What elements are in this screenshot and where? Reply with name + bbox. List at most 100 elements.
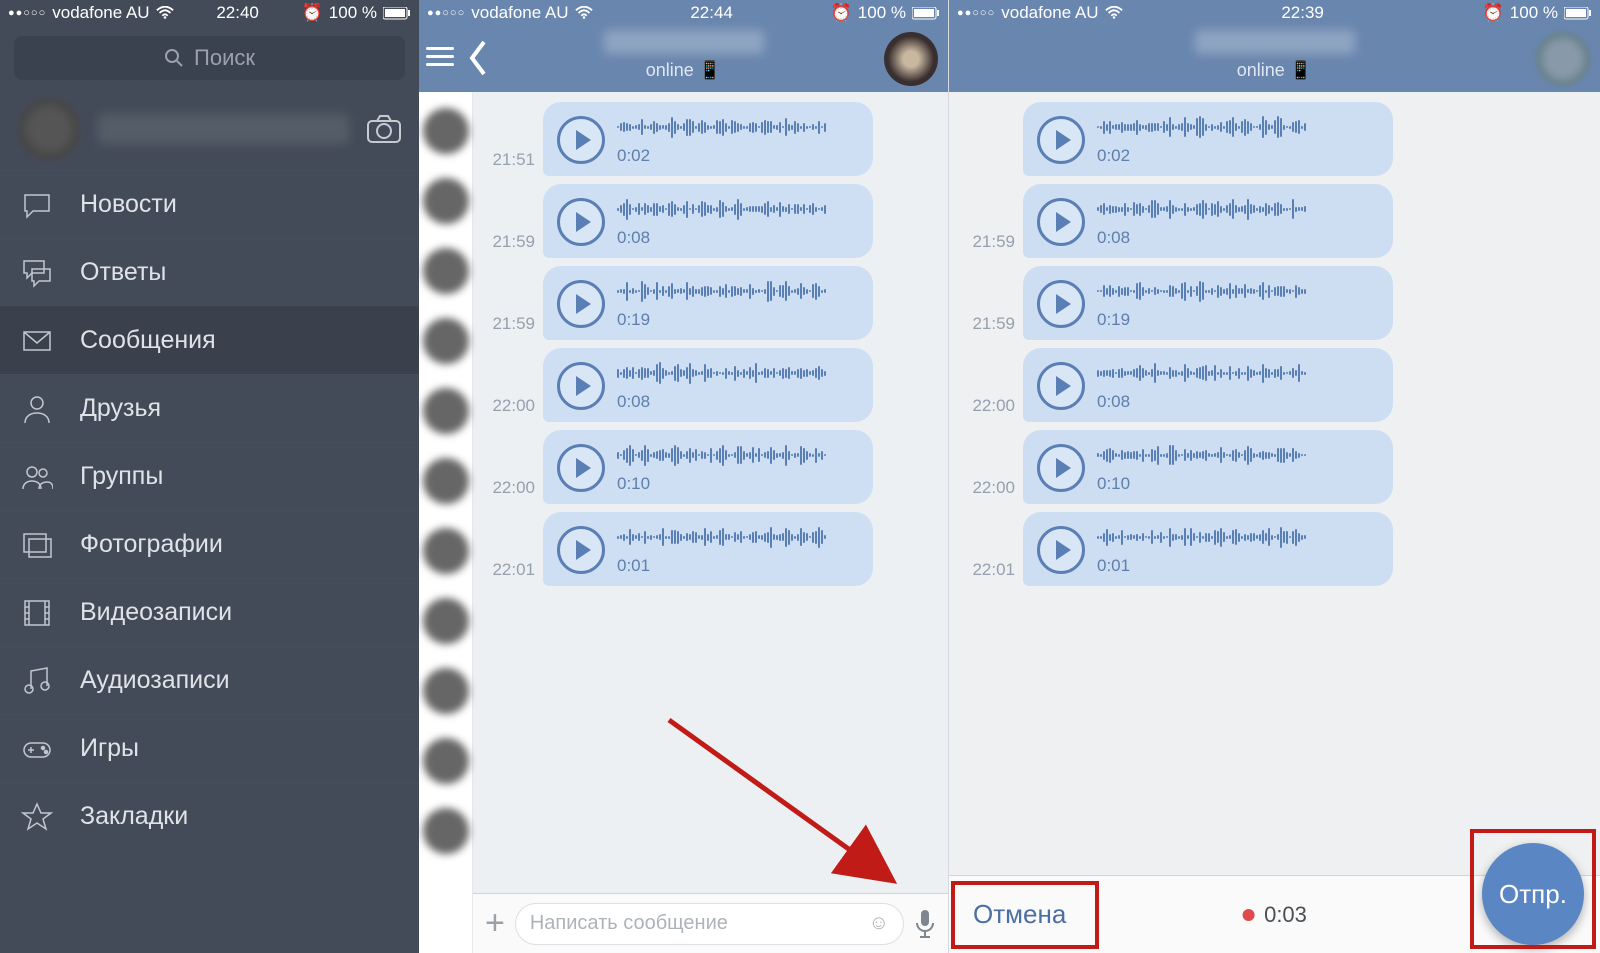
menu-item-chat-bubbles[interactable]: Ответы	[0, 238, 419, 306]
waveform	[617, 196, 859, 222]
send-button[interactable]: Отпр.	[1482, 843, 1584, 945]
message-input[interactable]: Написать сообщение ☺	[515, 903, 904, 945]
voice-bubble[interactable]: 0:19	[543, 266, 873, 340]
menu-label: Фотографии	[80, 530, 223, 559]
message-input-bar: + Написать сообщение ☺	[473, 893, 948, 953]
waveform	[1097, 196, 1379, 222]
menu-label: Видеозаписи	[80, 598, 232, 627]
battery-icon	[912, 7, 940, 20]
chat-avatar[interactable]	[1536, 32, 1590, 86]
play-button[interactable]	[1037, 198, 1085, 246]
attach-button[interactable]: +	[485, 904, 505, 943]
menu-item-star[interactable]: Закладки	[0, 782, 419, 850]
cancel-button[interactable]: Отмена	[949, 899, 1090, 930]
signal-dots-icon: ●●○○○	[957, 7, 995, 19]
emoji-icon[interactable]: ☺	[869, 912, 889, 935]
play-button[interactable]	[557, 526, 605, 574]
voice-message[interactable]: 21:59 0:08	[479, 184, 940, 258]
people-icon	[20, 460, 54, 494]
duration-label: 0:08	[617, 228, 859, 248]
voice-bubble[interactable]: 0:08	[543, 348, 873, 422]
voice-message[interactable]: 22:00 0:10	[479, 430, 940, 504]
carrier-label: vodafone AU	[471, 3, 568, 23]
carrier-label: vodafone AU	[52, 3, 149, 23]
play-button[interactable]	[1037, 362, 1085, 410]
voice-message[interactable]: 21:59 0:19	[479, 266, 940, 340]
menu-item-music[interactable]: Аудиозаписи	[0, 646, 419, 714]
play-button[interactable]	[557, 362, 605, 410]
back-button[interactable]	[467, 40, 489, 76]
signal-dots-icon: ●●○○○	[8, 7, 46, 19]
voice-message[interactable]: 21:59 0:19	[955, 266, 1592, 340]
menu-item-envelope[interactable]: Сообщения	[0, 306, 419, 374]
waveform	[1097, 360, 1379, 386]
wifi-icon	[1105, 6, 1123, 20]
duration-label: 0:19	[1097, 310, 1379, 330]
play-button[interactable]	[1037, 280, 1085, 328]
chat-avatar[interactable]	[884, 32, 938, 86]
menu-item-chat-bubble[interactable]: Новости	[0, 170, 419, 238]
waveform	[617, 524, 859, 550]
camera-icon[interactable]	[367, 115, 401, 143]
voice-message[interactable]: 22:00 0:08	[479, 348, 940, 422]
voice-bubble[interactable]: 0:08	[1023, 348, 1393, 422]
duration-label: 0:02	[1097, 146, 1379, 166]
voice-bubble[interactable]: 0:08	[1023, 184, 1393, 258]
voice-bubble[interactable]: 0:19	[1023, 266, 1393, 340]
menu-item-people[interactable]: Группы	[0, 442, 419, 510]
duration-label: 0:10	[1097, 474, 1379, 494]
voice-message[interactable]: 22:00 0:08	[955, 348, 1592, 422]
conversation-list-strip[interactable]	[419, 92, 473, 953]
message-list[interactable]: 0:02 21:59 0:08 21:59 0:19 22:00	[949, 92, 1600, 875]
menu-icon[interactable]	[426, 42, 454, 71]
play-button[interactable]	[557, 280, 605, 328]
voice-message[interactable]: 21:59 0:08	[955, 184, 1592, 258]
message-placeholder: Написать сообщение	[530, 912, 728, 935]
voice-message[interactable]: 0:02	[955, 102, 1592, 176]
mobile-icon: 📱	[699, 60, 721, 80]
play-button[interactable]	[1037, 116, 1085, 164]
mic-button[interactable]	[914, 909, 936, 939]
search-icon	[164, 48, 184, 68]
menu-label: Ответы	[80, 258, 166, 287]
play-button[interactable]	[557, 198, 605, 246]
chat-header: ●●○○○vodafone AU 22:44 ⏰100 % online 📱	[419, 0, 948, 92]
message-time	[955, 170, 1015, 176]
play-button[interactable]	[557, 444, 605, 492]
search-placeholder: Поиск	[194, 45, 255, 71]
menu-item-person[interactable]: Друзья	[0, 374, 419, 442]
voice-bubble[interactable]: 0:10	[1023, 430, 1393, 504]
voice-message[interactable]: 21:51 0:02	[479, 102, 940, 176]
online-status: online 📱	[646, 60, 721, 81]
voice-message[interactable]: 22:01 0:01	[955, 512, 1592, 586]
menu-item-gamepad[interactable]: Игры	[0, 714, 419, 782]
waveform	[617, 114, 859, 140]
play-button[interactable]	[557, 116, 605, 164]
voice-message[interactable]: 22:00 0:10	[955, 430, 1592, 504]
search-input[interactable]: Поиск	[14, 36, 405, 80]
voice-bubble[interactable]: 0:10	[543, 430, 873, 504]
gamepad-icon	[20, 732, 54, 766]
play-button[interactable]	[1037, 526, 1085, 574]
menu-label: Друзья	[80, 394, 161, 423]
voice-bubble[interactable]: 0:02	[543, 102, 873, 176]
voice-bubble[interactable]: 0:01	[543, 512, 873, 586]
main-menu: Новости Ответы Сообщения Друзья Группы Фотогр…	[0, 170, 419, 850]
carrier-label: vodafone AU	[1001, 3, 1098, 23]
alarm-icon: ⏰	[302, 3, 323, 23]
voice-bubble[interactable]: 0:01	[1023, 512, 1393, 586]
menu-item-photos[interactable]: Фотографии	[0, 510, 419, 578]
profile-row[interactable]	[0, 92, 419, 170]
waveform	[617, 360, 859, 386]
message-time: 22:01	[479, 560, 535, 586]
chat-header: ●●○○○vodafone AU 22:39 ⏰100 % online 📱	[949, 0, 1600, 92]
envelope-icon	[20, 324, 54, 358]
message-time: 22:00	[479, 478, 535, 504]
play-button[interactable]	[1037, 444, 1085, 492]
voice-message[interactable]: 22:01 0:01	[479, 512, 940, 586]
menu-item-film[interactable]: Видеозаписи	[0, 578, 419, 646]
voice-bubble[interactable]: 0:02	[1023, 102, 1393, 176]
message-list[interactable]: 21:51 0:02 21:59 0:08 21:59	[473, 92, 948, 893]
voice-bubble[interactable]: 0:08	[543, 184, 873, 258]
clock-label: 22:39	[1281, 3, 1324, 23]
